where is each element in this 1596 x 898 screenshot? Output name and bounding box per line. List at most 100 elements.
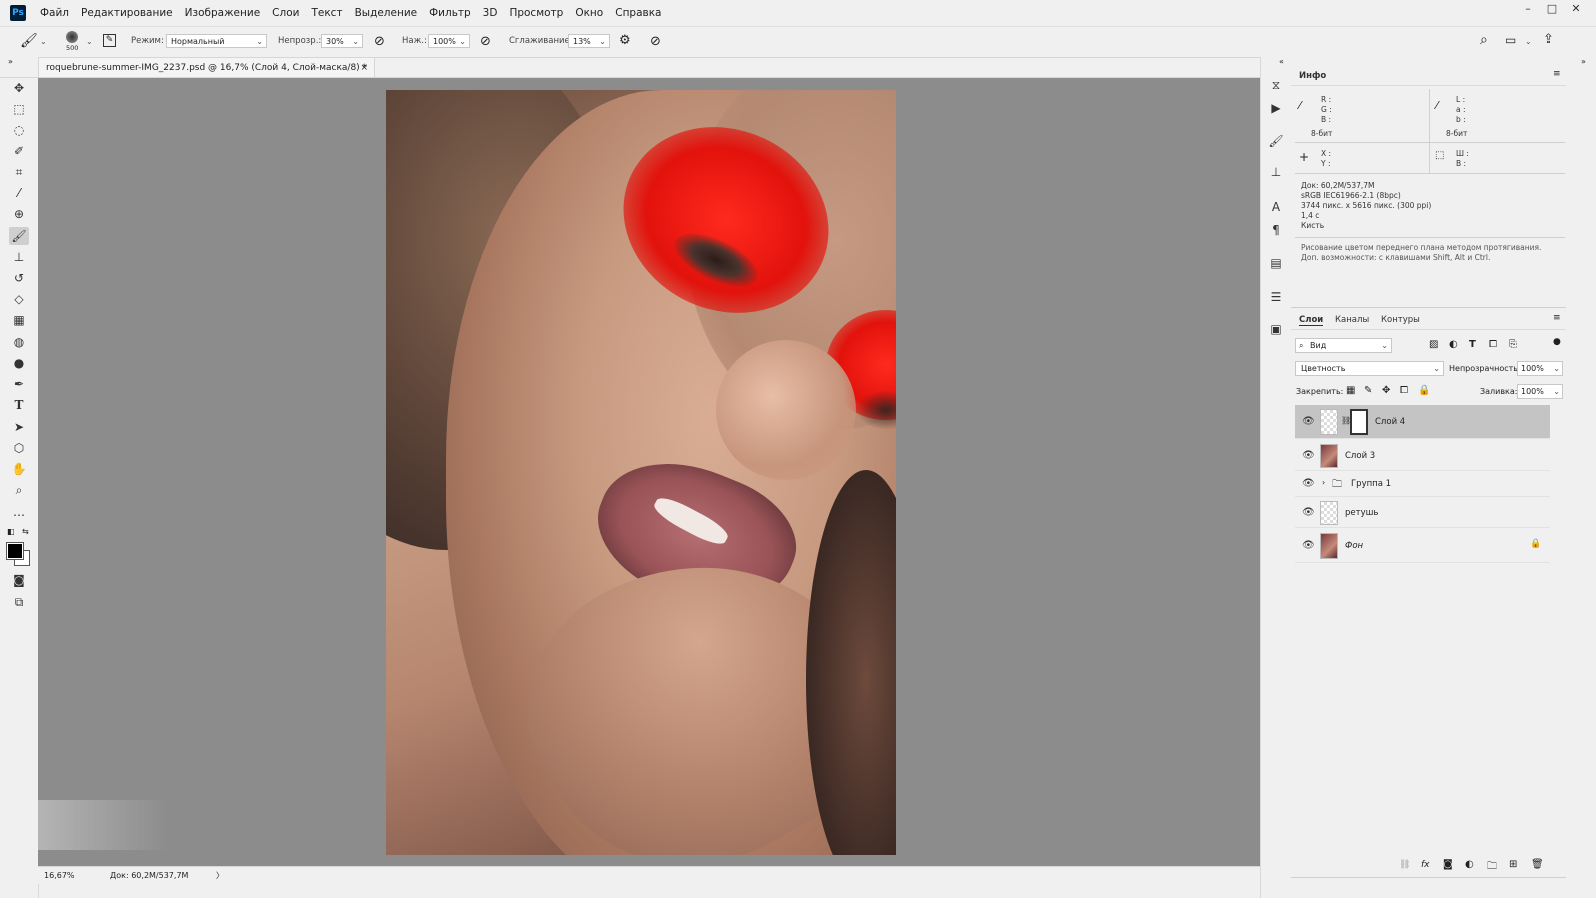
layer-opacity-input[interactable]: 100% ⌄ bbox=[1517, 361, 1563, 376]
visibility-eye-icon[interactable]: 👁 bbox=[1302, 416, 1315, 427]
default-colors-icon[interactable]: ◧ bbox=[7, 527, 15, 536]
smoothing-input[interactable]: 13% ⌄ bbox=[568, 34, 610, 48]
tab-layers[interactable]: Слои bbox=[1299, 315, 1324, 326]
visibility-eye-icon[interactable]: 👁 bbox=[1302, 507, 1315, 518]
brush-preset-icon[interactable]: 🖌 bbox=[20, 33, 38, 49]
lock-transparent-icon[interactable]: ▦ bbox=[1346, 385, 1355, 396]
lock-artboard-icon[interactable]: ⧠ bbox=[1400, 385, 1408, 396]
close-button[interactable]: ✕ bbox=[1564, 0, 1588, 20]
layer-name[interactable]: Группа 1 bbox=[1351, 479, 1391, 489]
menu-type[interactable]: Текст bbox=[311, 7, 342, 19]
layer-row[interactable]: 👁 ретушь bbox=[1295, 498, 1550, 528]
menu-3d[interactable]: 3D bbox=[483, 7, 498, 19]
minimize-button[interactable]: – bbox=[1516, 0, 1540, 20]
zoom-level[interactable]: 16,67% bbox=[44, 867, 75, 884]
chevron-down-icon[interactable]: ⌄ bbox=[86, 37, 93, 46]
lock-all-icon[interactable]: 🔒 bbox=[1418, 385, 1430, 396]
layer-name[interactable]: Слой 3 bbox=[1345, 451, 1375, 461]
actions-play-icon[interactable]: ▶ bbox=[1268, 100, 1284, 116]
workspace-icon[interactable]: ▭ bbox=[1505, 33, 1516, 47]
filter-type-icon[interactable]: T bbox=[1469, 339, 1476, 350]
crop-icon[interactable]: ⌗ bbox=[9, 163, 29, 181]
layer-thumbnail[interactable] bbox=[1320, 533, 1338, 559]
brush-icon[interactable]: 🖌 bbox=[9, 227, 29, 245]
maximize-button[interactable]: □ bbox=[1540, 0, 1564, 20]
blur-icon[interactable]: ◍ bbox=[9, 333, 29, 351]
search-icon[interactable]: ⌕ bbox=[1480, 32, 1488, 48]
properties-icon[interactable]: ☰ bbox=[1268, 289, 1284, 305]
layer-mask-thumbnail[interactable] bbox=[1350, 409, 1368, 435]
chevron-right-icon[interactable]: › bbox=[1322, 478, 1325, 487]
delete-layer-icon[interactable]: 🗑 bbox=[1531, 859, 1544, 870]
paragraph-icon[interactable]: ¶ bbox=[1268, 222, 1284, 238]
dodge-icon[interactable]: ● bbox=[9, 354, 29, 372]
move-icon[interactable]: ✥ bbox=[9, 79, 29, 97]
visibility-eye-icon[interactable]: 👁 bbox=[1302, 540, 1315, 551]
history-brush-icon[interactable]: ↺ bbox=[9, 269, 29, 287]
chevron-down-icon[interactable]: ⌄ bbox=[1525, 37, 1532, 46]
tab-info[interactable]: Инфо bbox=[1299, 71, 1326, 81]
layer-row[interactable]: 👁 ⛓ Слой 4 bbox=[1295, 405, 1550, 439]
pressure-size-icon[interactable]: ⊘ bbox=[650, 34, 661, 49]
brushes-icon[interactable]: 🖌 bbox=[1268, 133, 1284, 149]
gear-icon[interactable]: ⚙ bbox=[619, 33, 631, 48]
mode-select[interactable]: Нормальный ⌄ bbox=[166, 34, 267, 48]
layer-row[interactable]: 👁 › 🗀 Группа 1 bbox=[1295, 472, 1550, 497]
lock-pixels-icon[interactable]: ✎ bbox=[1364, 385, 1372, 396]
path-select-icon[interactable]: ➤ bbox=[9, 418, 29, 436]
new-layer-icon[interactable]: ⊞ bbox=[1509, 859, 1517, 870]
notes-icon[interactable]: ▤ bbox=[1268, 255, 1284, 271]
blend-mode-select[interactable]: Цветность ⌄ bbox=[1295, 361, 1444, 376]
menu-filter[interactable]: Фильтр bbox=[429, 7, 471, 19]
lock-position-icon[interactable]: ✥ bbox=[1382, 385, 1390, 396]
tab-paths[interactable]: Контуры bbox=[1381, 315, 1420, 325]
pressure-opacity-icon[interactable]: ⊘ bbox=[374, 34, 385, 49]
hand-icon[interactable]: ✋ bbox=[9, 460, 29, 478]
stamp-icon[interactable]: ⊥ bbox=[9, 248, 29, 266]
menu-select[interactable]: Выделение bbox=[355, 7, 418, 19]
layer-row[interactable]: 👁 Фон 🔒 bbox=[1295, 529, 1550, 563]
type-icon[interactable]: T bbox=[9, 396, 29, 414]
filter-adjustment-icon[interactable]: ◐ bbox=[1449, 339, 1458, 350]
fill-input[interactable]: 100% ⌄ bbox=[1517, 384, 1563, 399]
status-menu-arrow[interactable]: 〉 bbox=[216, 867, 224, 884]
history-icon[interactable]: ⧖ bbox=[1268, 77, 1284, 93]
filter-pixel-icon[interactable]: ▨ bbox=[1429, 339, 1438, 350]
zoom-icon[interactable]: ⌕ bbox=[9, 481, 29, 499]
close-icon[interactable]: × bbox=[360, 58, 368, 78]
brush-size-preview[interactable] bbox=[66, 31, 78, 43]
adjustment-layer-icon[interactable]: ◐ bbox=[1465, 859, 1474, 870]
lock-icon[interactable]: 🔒 bbox=[1530, 539, 1541, 549]
menu-window[interactable]: Окно bbox=[575, 7, 603, 19]
collapse-toolbar-icon[interactable]: » bbox=[8, 57, 13, 66]
lasso-icon[interactable]: ◌ bbox=[9, 121, 29, 139]
filter-toggle-icon[interactable]: ● bbox=[1553, 337, 1561, 347]
layer-filter-select[interactable]: ⌕ Вид ⌄ bbox=[1295, 338, 1392, 353]
pressure-input[interactable]: 100% ⌄ bbox=[428, 34, 470, 48]
layer-thumbnail[interactable] bbox=[1320, 444, 1338, 468]
layer-thumbnail[interactable] bbox=[1320, 501, 1338, 525]
fx-icon[interactable]: fx bbox=[1421, 860, 1430, 870]
healing-icon[interactable]: ⊕ bbox=[9, 205, 29, 223]
eyedropper-icon[interactable]: ⁄ bbox=[9, 184, 29, 202]
chevron-down-icon[interactable]: ⌄ bbox=[40, 37, 47, 46]
share-icon[interactable]: ⇪ bbox=[1543, 32, 1554, 47]
gradient-icon[interactable]: ▦ bbox=[9, 311, 29, 329]
brush-settings-icon[interactable]: ✎ bbox=[103, 34, 116, 47]
clone-source-icon[interactable]: ⊥ bbox=[1268, 164, 1284, 180]
layer-name[interactable]: ретушь bbox=[1345, 508, 1378, 518]
visibility-eye-icon[interactable]: 👁 bbox=[1302, 478, 1315, 489]
panel-menu-icon[interactable]: ≡ bbox=[1553, 313, 1561, 323]
panel-menu-icon[interactable]: ≡ bbox=[1553, 69, 1561, 79]
screen-mode-icon[interactable]: ⧉ bbox=[9, 593, 29, 611]
layer-name[interactable]: Фон bbox=[1345, 541, 1363, 551]
layer-thumbnail[interactable] bbox=[1320, 409, 1338, 435]
visibility-eye-icon[interactable]: 👁 bbox=[1302, 450, 1315, 461]
menu-image[interactable]: Изображение bbox=[185, 7, 261, 19]
new-group-icon[interactable]: 🗀 bbox=[1487, 859, 1497, 876]
filter-shape-icon[interactable]: ⧠ bbox=[1489, 339, 1497, 350]
airbrush-icon[interactable]: ⊘ bbox=[480, 34, 491, 49]
tab-channels[interactable]: Каналы bbox=[1335, 315, 1369, 325]
menu-layers[interactable]: Слои bbox=[272, 7, 299, 19]
add-mask-icon[interactable]: ◙ bbox=[1443, 859, 1453, 870]
